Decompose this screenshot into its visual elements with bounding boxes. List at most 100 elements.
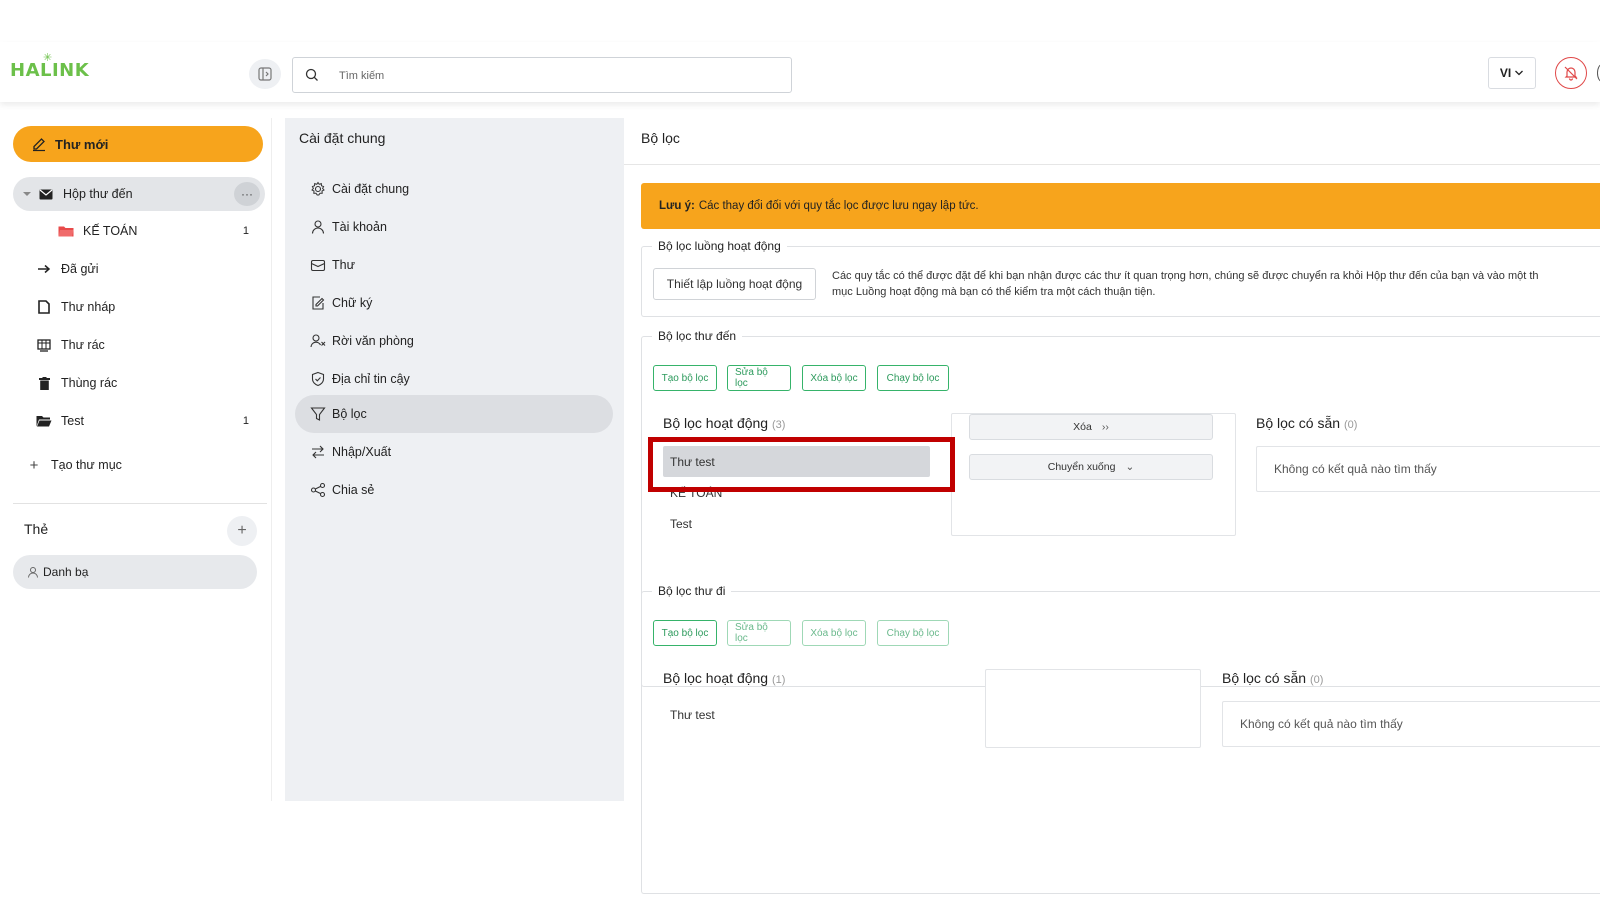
outgoing-available-title: Bộ lọc có sẵn (0) <box>1222 670 1323 686</box>
halink-logo[interactable]: HALINK ✳ <box>10 51 89 81</box>
import-export-icon <box>312 445 324 459</box>
incoming-filter-legend: Bộ lọc thư đến <box>658 329 737 343</box>
settings-item-import-export[interactable]: Nhập/Xuất <box>295 433 613 471</box>
chevron-down-icon <box>1515 70 1524 76</box>
search-input[interactable] <box>339 66 779 86</box>
outgoing-active-item[interactable]: Thư test <box>670 708 715 722</box>
sidebar-item-drafts[interactable]: Thư nháp <box>13 290 265 324</box>
button-label: Sửa bộ lọc <box>735 367 768 389</box>
incoming-active-title: Bộ lọc hoạt động (3) <box>663 415 785 431</box>
page-title: Bộ lọc <box>641 130 680 146</box>
setup-flow-button[interactable]: Thiết lập luồng hoạt động <box>653 268 816 300</box>
settings-item-label: Địa chỉ tin cậy <box>332 372 410 386</box>
button-label: Xóa bộ lọc <box>810 627 858 639</box>
user-icon <box>28 567 38 578</box>
app: HALINK ✳ VI Thư mới Hộp thư đến ··· <box>0 0 1600 900</box>
settings-panel: Cài đặt chung Cài đặt chung Tài khoản Th… <box>285 118 624 801</box>
button-label: Tạo bộ lọc <box>661 372 709 384</box>
settings-item-signature[interactable]: Chữ ký <box>295 284 613 322</box>
available-count: (0) <box>1309 674 1324 686</box>
flow-description-line: Các quy tắc có thể được đặt để khi bạn n… <box>832 270 1539 282</box>
shield-icon <box>311 371 325 387</box>
sidebar-item-test[interactable]: Test 1 <box>13 404 265 438</box>
panel-toggle-icon <box>258 67 272 81</box>
sidebar-item-label: Thùng rác <box>61 376 118 390</box>
outgoing-filter-legend: Bộ lọc thư đi <box>658 584 726 598</box>
settings-item-mail[interactable]: Thư <box>295 246 613 284</box>
outgoing-run-filter-button[interactable]: Chạy bộ lọc <box>877 620 949 646</box>
contacts-button[interactable]: Danh bạ <box>13 555 257 589</box>
outgoing-action-panel <box>985 669 1201 748</box>
button-label: Xóa bộ lọc <box>810 372 858 384</box>
settings-item-label: Chữ ký <box>332 296 373 310</box>
add-tag-button[interactable]: + <box>227 516 257 546</box>
filter-item-label: Test <box>670 517 693 531</box>
double-chevron-down-icon: ⌄ <box>1125 461 1135 473</box>
outgoing-edit-filter-button[interactable]: Sửa bộ lọc <box>727 620 791 646</box>
settings-item-account[interactable]: Tài khoản <box>295 208 613 246</box>
button-label: Chạy bộ lọc <box>886 372 940 384</box>
settings-title: Cài đặt chung <box>299 130 386 146</box>
sidebar-item-label: Thư nháp <box>61 300 116 314</box>
available-title-text: Bộ lọc có sẵn <box>1256 415 1341 431</box>
new-mail-button[interactable]: Thư mới <box>13 126 263 162</box>
empty-state-text: Không có kết quả nào tìm thấy <box>1274 462 1437 476</box>
incoming-edit-filter-button[interactable]: Sửa bộ lọc <box>727 365 791 391</box>
spam-icon <box>35 336 53 354</box>
search-box[interactable] <box>292 57 792 93</box>
sidebar-item-label: KẾ TOÁN <box>83 224 138 238</box>
language-select[interactable]: VI <box>1488 57 1536 89</box>
title-divider <box>624 164 1600 165</box>
settings-item-trusted-address[interactable]: Địa chỉ tin cậy <box>295 360 613 398</box>
signature-icon <box>312 296 325 310</box>
settings-item-label: Bộ lọc <box>332 407 367 421</box>
outgoing-create-filter-button[interactable]: Tạo bộ lọc <box>653 620 717 646</box>
user-away-icon <box>310 334 326 348</box>
settings-item-filter[interactable]: Bộ lọc <box>295 395 613 433</box>
sidebar-item-spam[interactable]: Thư rác <box>13 328 265 362</box>
action-label: Xóa <box>1073 421 1092 433</box>
button-label: Chạy bộ lọc <box>886 627 940 639</box>
plus-icon: + <box>237 522 247 539</box>
search-icon <box>305 68 318 81</box>
incoming-action-panel: Xóa ›› Chuyển xuống ⌄ <box>951 413 1236 536</box>
settings-item-label: Chia sẻ <box>332 483 375 497</box>
button-label: Tạo bộ lọc <box>661 627 709 639</box>
settings-item-general[interactable]: Cài đặt chung <box>295 170 613 208</box>
move-down-action-button[interactable]: Chuyển xuống ⌄ <box>969 454 1213 480</box>
sidebar-item-label: Hộp thư đến <box>63 187 133 201</box>
incoming-active-item[interactable]: Test <box>670 517 692 531</box>
settings-item-share[interactable]: Chia sẻ <box>295 471 613 509</box>
sidebar-item-trash[interactable]: Thùng rác <box>13 366 265 400</box>
notification-button[interactable] <box>1555 57 1587 89</box>
folder-open-icon <box>35 412 53 430</box>
button-label: Sửa bộ lọc <box>735 622 768 644</box>
flow-filter-legend: Bộ lọc luồng hoạt động <box>658 239 781 253</box>
active-count: (1) <box>771 674 786 686</box>
caret-down-icon <box>23 192 31 196</box>
sidebar-item-label: Đã gửi <box>61 262 99 276</box>
incoming-create-filter-button[interactable]: Tạo bộ lọc <box>653 365 717 391</box>
pencil-icon <box>33 138 45 152</box>
folder-icon <box>57 222 75 240</box>
incoming-run-filter-button[interactable]: Chạy bộ lọc <box>877 365 949 391</box>
incoming-delete-filter-button[interactable]: Xóa bộ lọc <box>802 365 866 391</box>
mail-sidebar: Thư mới Hộp thư đến ··· KẾ TOÁN 1 Đã gửi… <box>0 118 272 801</box>
notice-label: Lưu ý: <box>659 200 695 212</box>
more-options-button[interactable]: ··· <box>234 182 260 206</box>
sidebar-item-inbox[interactable]: Hộp thư đến ··· <box>13 177 265 211</box>
sidebar-toggle-button[interactable] <box>249 59 281 89</box>
draft-icon <box>35 298 53 316</box>
create-folder-label: Tạo thư mục <box>51 458 122 472</box>
gear-icon <box>311 181 325 196</box>
delete-filter-action-button[interactable]: Xóa ›› <box>969 414 1213 440</box>
unread-count: 1 <box>242 225 249 237</box>
outgoing-delete-filter-button[interactable]: Xóa bộ lọc <box>802 620 866 646</box>
create-folder-button[interactable]: + Tạo thư mục <box>13 448 265 482</box>
notice-banner: Lưu ý: Các thay đổi đối với quy tắc lọc … <box>641 183 1600 229</box>
sidebar-item-sent[interactable]: Đã gửi <box>13 252 265 286</box>
settings-item-out-of-office[interactable]: Rời văn phòng <box>295 322 613 360</box>
settings-item-label: Thư <box>332 258 355 272</box>
available-count: (0) <box>1343 419 1358 431</box>
sidebar-item-ke-toan[interactable]: KẾ TOÁN 1 <box>13 214 265 248</box>
